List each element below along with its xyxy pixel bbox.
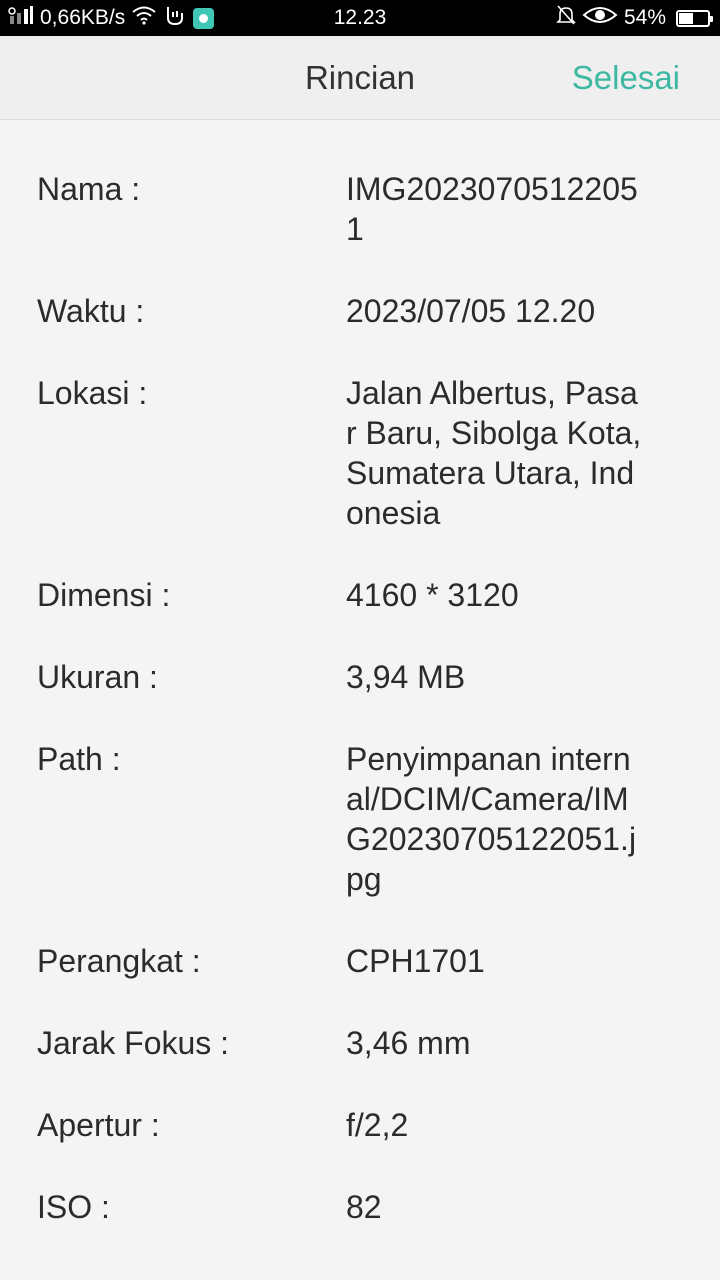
detail-label: Dimensi : xyxy=(37,577,171,613)
detail-row: Dimensi : 4160 * 3120 xyxy=(0,575,720,615)
detail-label: Path : xyxy=(37,741,121,777)
detail-label: Perangkat : xyxy=(37,943,201,979)
detail-row: Nama : IMG20230705122051 xyxy=(0,169,720,249)
battery-icon xyxy=(676,9,713,27)
detail-label: Nama : xyxy=(37,171,141,207)
detail-label: ISO : xyxy=(37,1189,110,1225)
network-speed: 0,66KB/s xyxy=(40,6,126,29)
detail-value: IMG20230705122051 xyxy=(346,171,638,247)
header-bar: Rincian Selesai xyxy=(0,36,720,120)
clock: 12.23 xyxy=(333,6,387,29)
detail-value: 4160 * 3120 xyxy=(346,577,519,613)
detail-row: ISO : 82 xyxy=(0,1187,720,1227)
detail-value: CPH1701 xyxy=(346,943,485,979)
battery-percentage: 54% xyxy=(623,6,666,29)
mute-icon xyxy=(556,4,576,32)
detail-label: Apertur : xyxy=(37,1107,160,1143)
done-button[interactable]: Selesai xyxy=(572,36,680,120)
wifi-icon xyxy=(131,5,157,31)
app-notification-icon xyxy=(193,7,215,29)
detail-value: 82 xyxy=(346,1189,382,1225)
status-bar-left: 0,66KB/s xyxy=(8,0,215,36)
eye-icon xyxy=(582,5,618,31)
detail-row: Jarak Fokus : 3,46 mm xyxy=(0,1023,720,1063)
detail-label: Jarak Fokus : xyxy=(37,1025,230,1061)
detail-row: Path : Penyimpanan internal/DCIM/Camera/I… xyxy=(0,739,720,899)
signal-icon xyxy=(8,5,34,31)
detail-label: Lokasi : xyxy=(37,375,148,411)
battery-level-fill xyxy=(679,12,694,24)
detail-row: Apertur : f/2,2 xyxy=(0,1105,720,1145)
detail-value: 2023/07/05 12.20 xyxy=(346,293,596,329)
details-list: Nama : IMG20230705122051 Waktu : 2023/07/05… xyxy=(0,121,720,1227)
detail-value: 3,46 mm xyxy=(346,1025,471,1061)
detail-label: Ukuran : xyxy=(37,659,158,695)
details-panel[interactable]: Nama : IMG20230705122051 Waktu : 2023/07/05… xyxy=(0,121,720,1280)
detail-value: Penyimpanan internal/DCIM/Camera/IMG2023… xyxy=(346,741,637,897)
detail-row: Lokasi : Jalan Albertus, Pasar Baru, Sibo… xyxy=(0,373,720,533)
status-bar-right: 54% xyxy=(556,0,713,36)
status-bar: 0,66KB/s 12.23 54% xyxy=(0,0,720,36)
detail-row: Waktu : 2023/07/05 12.20 xyxy=(0,291,720,331)
detail-row: Ukuran : 3,94 MB xyxy=(0,657,720,697)
detail-value: 3,94 MB xyxy=(346,659,466,695)
detail-value: f/2,2 xyxy=(346,1107,409,1143)
detail-label: Waktu : xyxy=(37,293,145,329)
detail-value: Jalan Albertus, Pasar Baru, Sibolga Kota… xyxy=(346,375,642,531)
detail-row: Perangkat : CPH1701 xyxy=(0,941,720,981)
gesture-icon xyxy=(163,4,187,32)
